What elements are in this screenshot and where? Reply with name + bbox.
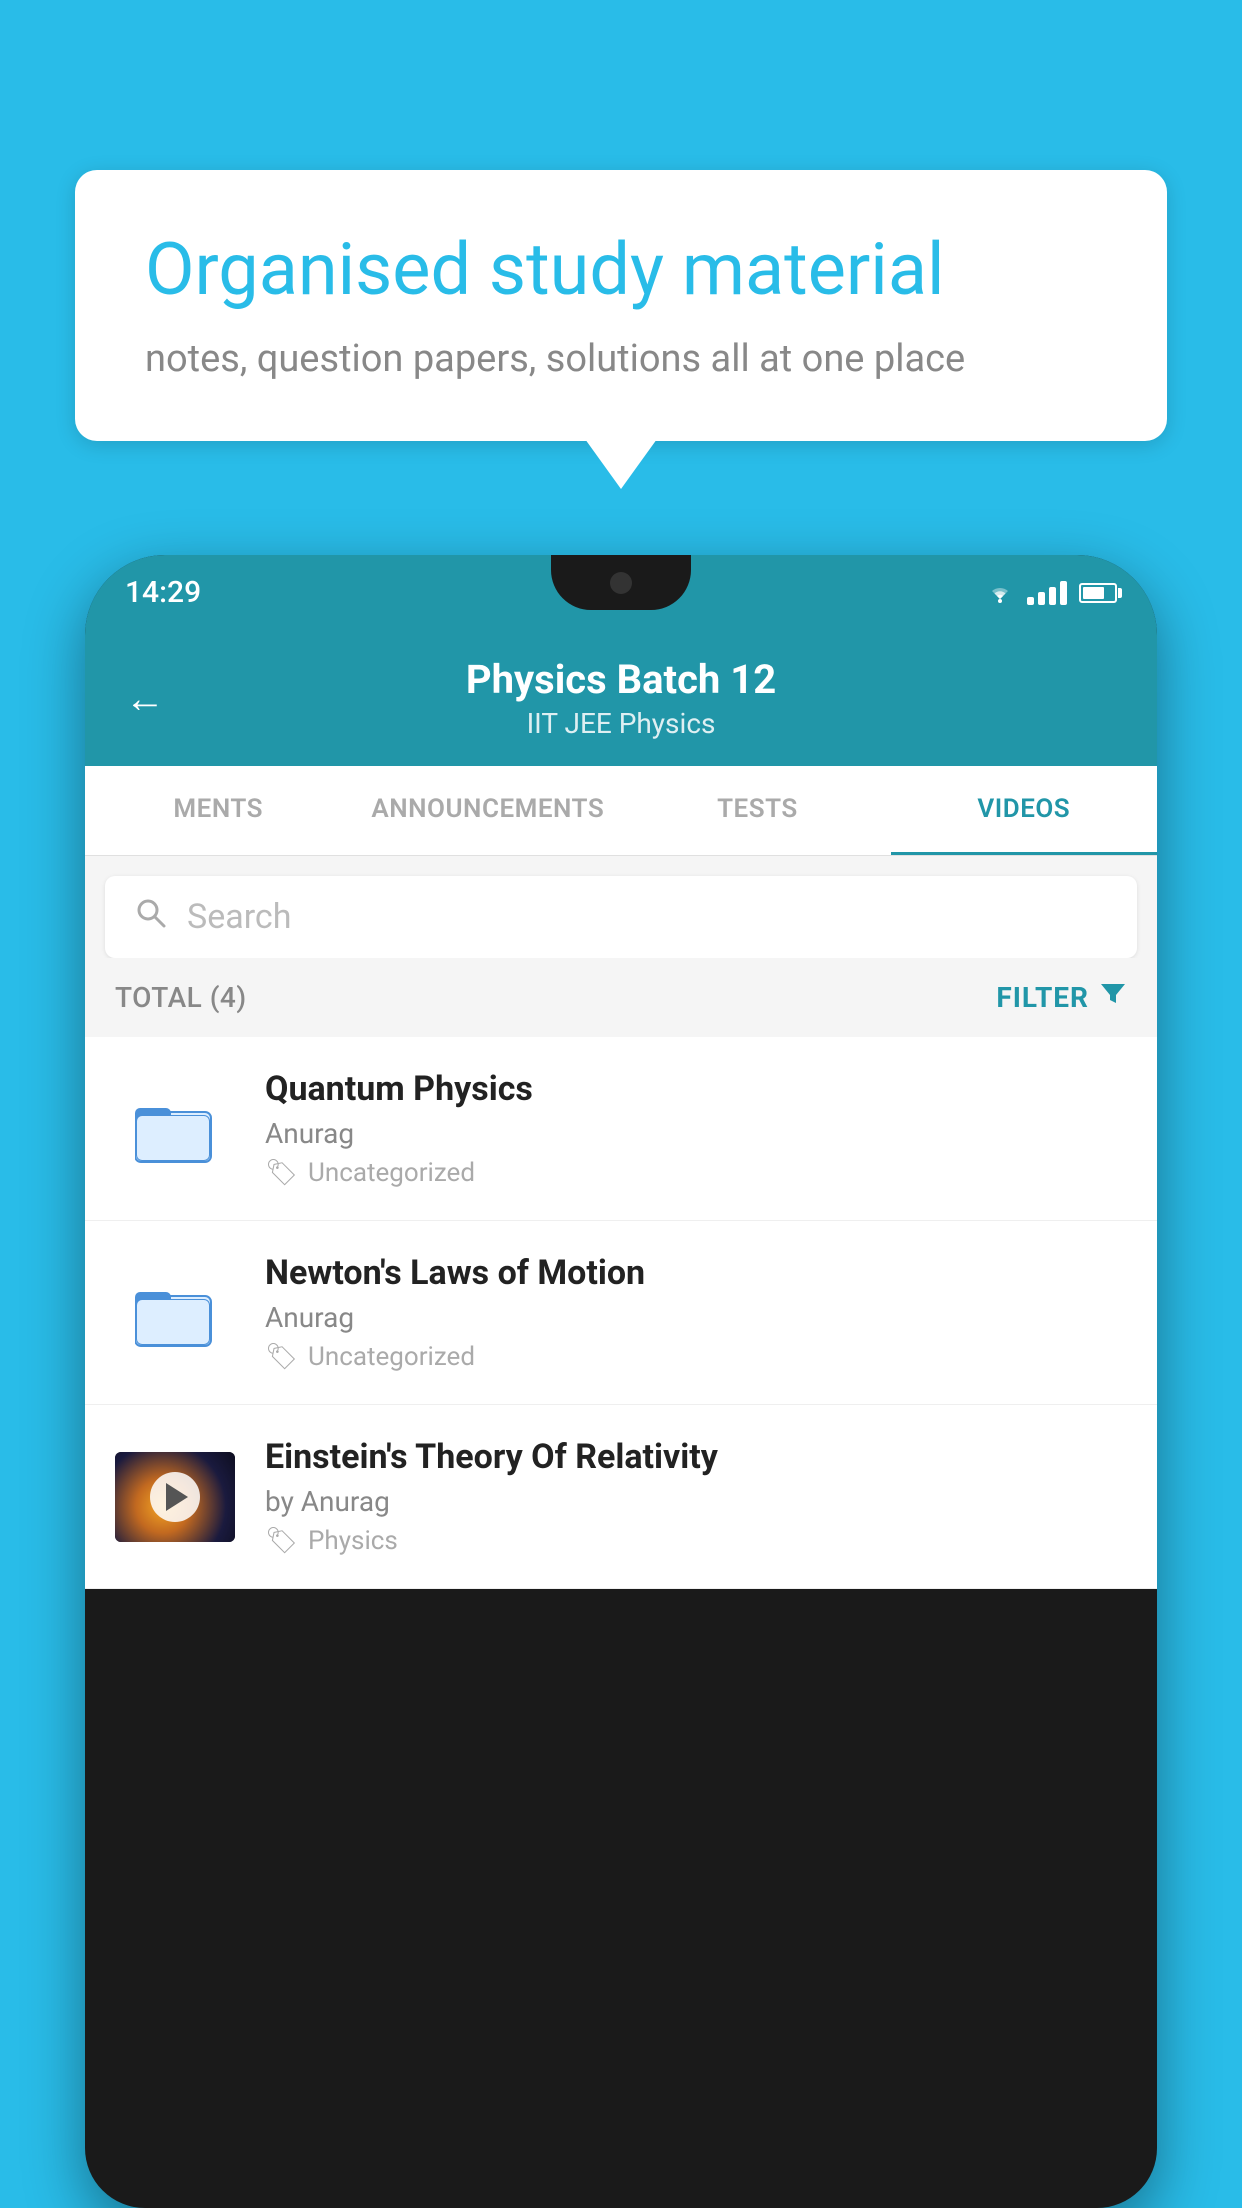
- tag-label: Physics: [308, 1526, 398, 1556]
- tab-ments[interactable]: MENTS: [85, 766, 351, 855]
- tab-videos[interactable]: VIDEOS: [891, 766, 1157, 856]
- video-author: Anurag: [265, 1117, 1127, 1150]
- list-item[interactable]: Quantum Physics Anurag 🏷 Uncategorized: [85, 1037, 1157, 1221]
- status-icons: [985, 581, 1117, 605]
- list-item[interactable]: Newton's Laws of Motion Anurag 🏷 Uncateg…: [85, 1221, 1157, 1405]
- app-header: ← Physics Batch 12 IIT JEE Physics: [85, 630, 1157, 766]
- filter-bar: TOTAL (4) FILTER: [85, 958, 1157, 1037]
- folder-icon: [115, 1268, 235, 1358]
- camera-dot: [610, 572, 632, 594]
- video-author: by Anurag: [265, 1485, 1127, 1518]
- battery-icon: [1079, 583, 1117, 603]
- tag-label: Uncategorized: [308, 1342, 475, 1372]
- header-title: Physics Batch 12: [195, 656, 1047, 703]
- phone-frame: 14:29 ←: [85, 555, 1157, 2208]
- video-info: Quantum Physics Anurag 🏷 Uncategorized: [265, 1069, 1127, 1188]
- video-info: Einstein's Theory Of Relativity by Anura…: [265, 1437, 1127, 1556]
- tag-label: Uncategorized: [308, 1158, 475, 1188]
- filter-label: FILTER: [996, 981, 1089, 1014]
- tab-bar: MENTS ANNOUNCEMENTS TESTS VIDEOS: [85, 766, 1157, 856]
- header-center: Physics Batch 12 IIT JEE Physics: [195, 656, 1047, 740]
- notch: [551, 555, 691, 610]
- speech-bubble: Organised study material notes, question…: [75, 170, 1167, 441]
- video-tag: 🏷 Uncategorized: [265, 1342, 1127, 1372]
- filter-button[interactable]: FILTER: [996, 980, 1127, 1015]
- video-title: Quantum Physics: [265, 1069, 1127, 1109]
- bubble-title: Organised study material: [145, 230, 1097, 309]
- status-time: 14:29: [125, 575, 201, 610]
- video-info: Newton's Laws of Motion Anurag 🏷 Uncateg…: [265, 1253, 1127, 1372]
- video-title: Einstein's Theory Of Relativity: [265, 1437, 1127, 1477]
- filter-funnel-icon: [1099, 980, 1127, 1015]
- folder-icon: [115, 1084, 235, 1174]
- tab-announcements[interactable]: ANNOUNCEMENTS: [351, 766, 624, 855]
- play-triangle-icon: [166, 1483, 188, 1511]
- list-item[interactable]: Einstein's Theory Of Relativity by Anura…: [85, 1405, 1157, 1589]
- video-thumbnail: [115, 1452, 235, 1542]
- search-icon: [135, 896, 167, 938]
- play-button[interactable]: [150, 1472, 200, 1522]
- wifi-icon: [985, 581, 1015, 605]
- tag-icon: 🏷: [265, 1342, 298, 1372]
- signal-bars-icon: [1027, 581, 1067, 605]
- video-tag: 🏷 Physics: [265, 1526, 1127, 1556]
- bubble-subtitle: notes, question papers, solutions all at…: [145, 337, 1097, 381]
- video-tag: 🏷 Uncategorized: [265, 1158, 1127, 1188]
- status-bar: 14:29: [85, 555, 1157, 630]
- search-placeholder: Search: [187, 897, 291, 937]
- tag-icon: 🏷: [265, 1158, 298, 1188]
- video-author: Anurag: [265, 1301, 1127, 1334]
- phone-content: Search TOTAL (4) FILTER: [85, 856, 1157, 1589]
- video-list: Quantum Physics Anurag 🏷 Uncategorized: [85, 1037, 1157, 1589]
- header-subtitle: IIT JEE Physics: [195, 707, 1047, 740]
- back-button[interactable]: ←: [125, 675, 165, 722]
- video-title: Newton's Laws of Motion: [265, 1253, 1127, 1293]
- tab-tests[interactable]: TESTS: [624, 766, 890, 855]
- tag-icon: 🏷: [265, 1526, 298, 1556]
- search-bar[interactable]: Search: [105, 876, 1137, 958]
- total-label: TOTAL (4): [115, 981, 247, 1014]
